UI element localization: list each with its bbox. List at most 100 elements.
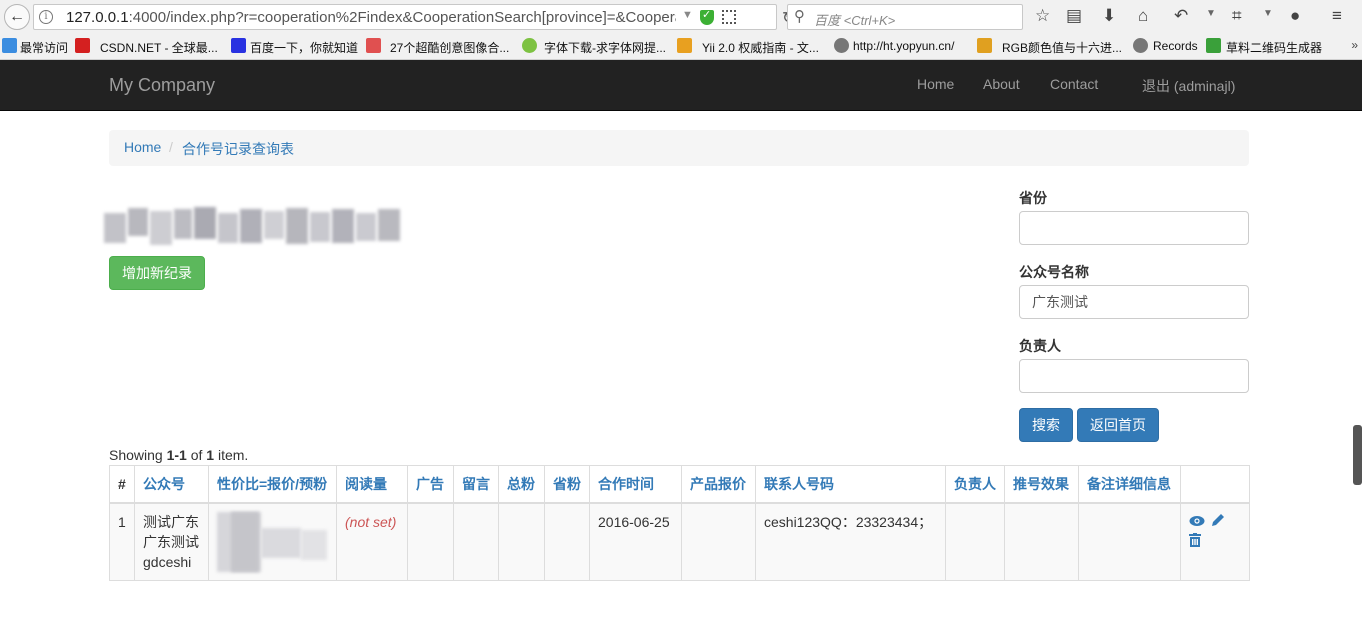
address-bar[interactable]: i 127.0.0.1:4000/index.php?r=cooperation…: [33, 4, 795, 30]
col-total-fans[interactable]: 总粉: [498, 465, 545, 504]
owner-input[interactable]: [1019, 359, 1249, 393]
add-record-button[interactable]: 增加新纪录: [109, 256, 205, 290]
col-price[interactable]: 产品报价: [681, 465, 756, 504]
cell-price: [681, 502, 756, 581]
menu-icon[interactable]: ≡: [1332, 5, 1342, 27]
breadcrumb: Home / 合作号记录查询表: [109, 130, 1249, 166]
table-header-row: # 公众号 性价比=报价/预粉 阅读量 广告 留言 总粉 省粉 合作时间 产品报…: [109, 465, 1250, 504]
col-contact[interactable]: 联系人号码: [755, 465, 946, 504]
col-province-fans[interactable]: 省粉: [544, 465, 590, 504]
back-arrow-icon[interactable]: ←: [4, 4, 30, 30]
cell-total-fans: [498, 502, 545, 581]
back-home-button[interactable]: 返回首页: [1077, 408, 1159, 442]
undo-icon[interactable]: ↶: [1174, 5, 1188, 27]
province-input[interactable]: [1019, 211, 1249, 245]
browser-toolbar: ← i 127.0.0.1:4000/index.php?r=cooperati…: [0, 0, 1362, 34]
col-notes[interactable]: 备注详细信息: [1078, 465, 1181, 504]
delete-icon[interactable]: [1189, 532, 1201, 552]
col-owner[interactable]: 负责人: [945, 465, 1005, 504]
nav-about[interactable]: About: [983, 76, 1020, 92]
bookmark-icon: [75, 38, 90, 53]
account-name-label: 公众号名称: [1019, 264, 1089, 280]
bookmark-most-visited[interactable]: 最常访问: [20, 39, 68, 56]
reading-list-icon[interactable]: ▤: [1066, 5, 1082, 27]
search-placeholder: 百度 <Ctrl+K>: [814, 13, 896, 28]
bookmark-baidu[interactable]: 百度一下，你就知道: [250, 39, 358, 56]
cell-coop-date: 2016-06-25: [589, 502, 682, 581]
browser-search-input[interactable]: ⚲ 百度 <Ctrl+K>: [787, 4, 1023, 30]
bookmark-qrcode[interactable]: 草料二维码生成器: [1226, 39, 1322, 56]
grid-summary: Showing 1-1 of 1 item.: [109, 447, 249, 463]
url-text[interactable]: 127.0.0.1:4000/index.php?r=cooperation%2…: [66, 9, 676, 26]
nav-logout[interactable]: 退出 (adminajl): [1142, 76, 1235, 96]
bookmark-rgb[interactable]: RGB颜色值与十六进...: [1002, 39, 1122, 56]
info-icon[interactable]: i: [39, 10, 53, 24]
col-reads[interactable]: 阅读量: [336, 465, 408, 504]
cell-contact: ceshi123QQ：23323434；: [755, 502, 946, 581]
chat-icon[interactable]: ●: [1290, 5, 1300, 27]
bookmark-icon: [231, 38, 246, 53]
crop-dropdown-icon[interactable]: ▼: [1263, 8, 1273, 19]
download-icon[interactable]: ⬇: [1102, 5, 1116, 27]
bookmark-icon: [2, 38, 17, 53]
province-label: 省份: [1019, 190, 1047, 206]
page-title-redacted: [104, 205, 406, 250]
redacted-value: [217, 512, 327, 572]
bookmark-icon: [366, 38, 381, 53]
bookmark-icon: [977, 38, 992, 53]
view-icon[interactable]: [1189, 512, 1205, 532]
cooperation-table: # 公众号 性价比=报价/预粉 阅读量 广告 留言 总粉 省粉 合作时间 产品报…: [109, 465, 1250, 581]
search-icon: ⚲: [794, 8, 805, 25]
search-button[interactable]: 搜索: [1019, 408, 1073, 442]
breadcrumb-home[interactable]: Home: [124, 139, 161, 155]
cell-province-fans: [544, 502, 590, 581]
bookmark-fonts[interactable]: 字体下载-求字体网提...: [544, 39, 666, 56]
owner-label: 负责人: [1019, 338, 1061, 354]
col-value-ratio[interactable]: 性价比=报价/预粉: [208, 465, 337, 504]
bookmark-27-cool[interactable]: 27个超酷创意图像合...: [390, 39, 509, 56]
cell-actions: [1180, 502, 1250, 581]
nav-home[interactable]: Home: [917, 76, 954, 92]
home-icon[interactable]: ⌂: [1138, 5, 1148, 27]
bookmark-icon: [522, 38, 537, 53]
col-ads[interactable]: 广告: [407, 465, 454, 504]
edit-icon[interactable]: [1211, 512, 1225, 532]
cell-value-ratio: [208, 502, 337, 581]
col-effect[interactable]: 推号效果: [1004, 465, 1079, 504]
bookmarks-overflow-icon[interactable]: »: [1351, 38, 1358, 52]
breadcrumb-current[interactable]: 合作号记录查询表: [182, 139, 294, 159]
cell-owner: [945, 502, 1005, 581]
url-dropdown-icon[interactable]: ▼: [682, 9, 693, 21]
star-icon[interactable]: ☆: [1035, 5, 1050, 27]
bookmark-yii[interactable]: Yii 2.0 权威指南 - 文...: [702, 39, 819, 56]
cell-account: 测试广东广东测试gdceshi: [134, 502, 209, 581]
breadcrumb-separator: /: [169, 139, 173, 155]
account-name-input[interactable]: [1019, 285, 1249, 319]
nav-contact[interactable]: Contact: [1050, 76, 1098, 92]
col-actions: [1180, 465, 1250, 504]
cell-ads: [407, 502, 454, 581]
undo-dropdown-icon[interactable]: ▼: [1206, 8, 1216, 19]
cell-notes: [1078, 502, 1181, 581]
bookmark-records[interactable]: Records: [1153, 39, 1198, 53]
cell-reads: (not set): [336, 502, 408, 581]
bookmark-icon: [1206, 38, 1221, 53]
crop-icon[interactable]: ⌗: [1232, 5, 1242, 27]
col-index: #: [109, 465, 135, 504]
navbar: My Company Home About Contact 退出 (admina…: [0, 60, 1362, 111]
col-comments[interactable]: 留言: [453, 465, 499, 504]
qr-code-icon[interactable]: [722, 10, 736, 24]
bookmarks-bar: 最常访问 CSDN.NET - 全球最... 百度一下，你就知道 27个超酷创意…: [0, 34, 1362, 60]
col-coop-date[interactable]: 合作时间: [589, 465, 682, 504]
scrollbar-handle[interactable]: [1353, 425, 1362, 485]
globe-icon: [834, 38, 849, 53]
table-row: 1 测试广东广东测试gdceshi (not set) 2016-06-25 c…: [109, 502, 1250, 581]
col-account[interactable]: 公众号: [134, 465, 209, 504]
bookmark-icon: [677, 38, 692, 53]
cell-comments: [453, 502, 499, 581]
brand-link[interactable]: My Company: [109, 75, 215, 96]
cell-effect: [1004, 502, 1079, 581]
shield-icon[interactable]: [700, 8, 714, 25]
bookmark-csdn[interactable]: CSDN.NET - 全球最...: [100, 39, 218, 56]
bookmark-yopyun[interactable]: http://ht.yopyun.cn/: [853, 39, 954, 53]
